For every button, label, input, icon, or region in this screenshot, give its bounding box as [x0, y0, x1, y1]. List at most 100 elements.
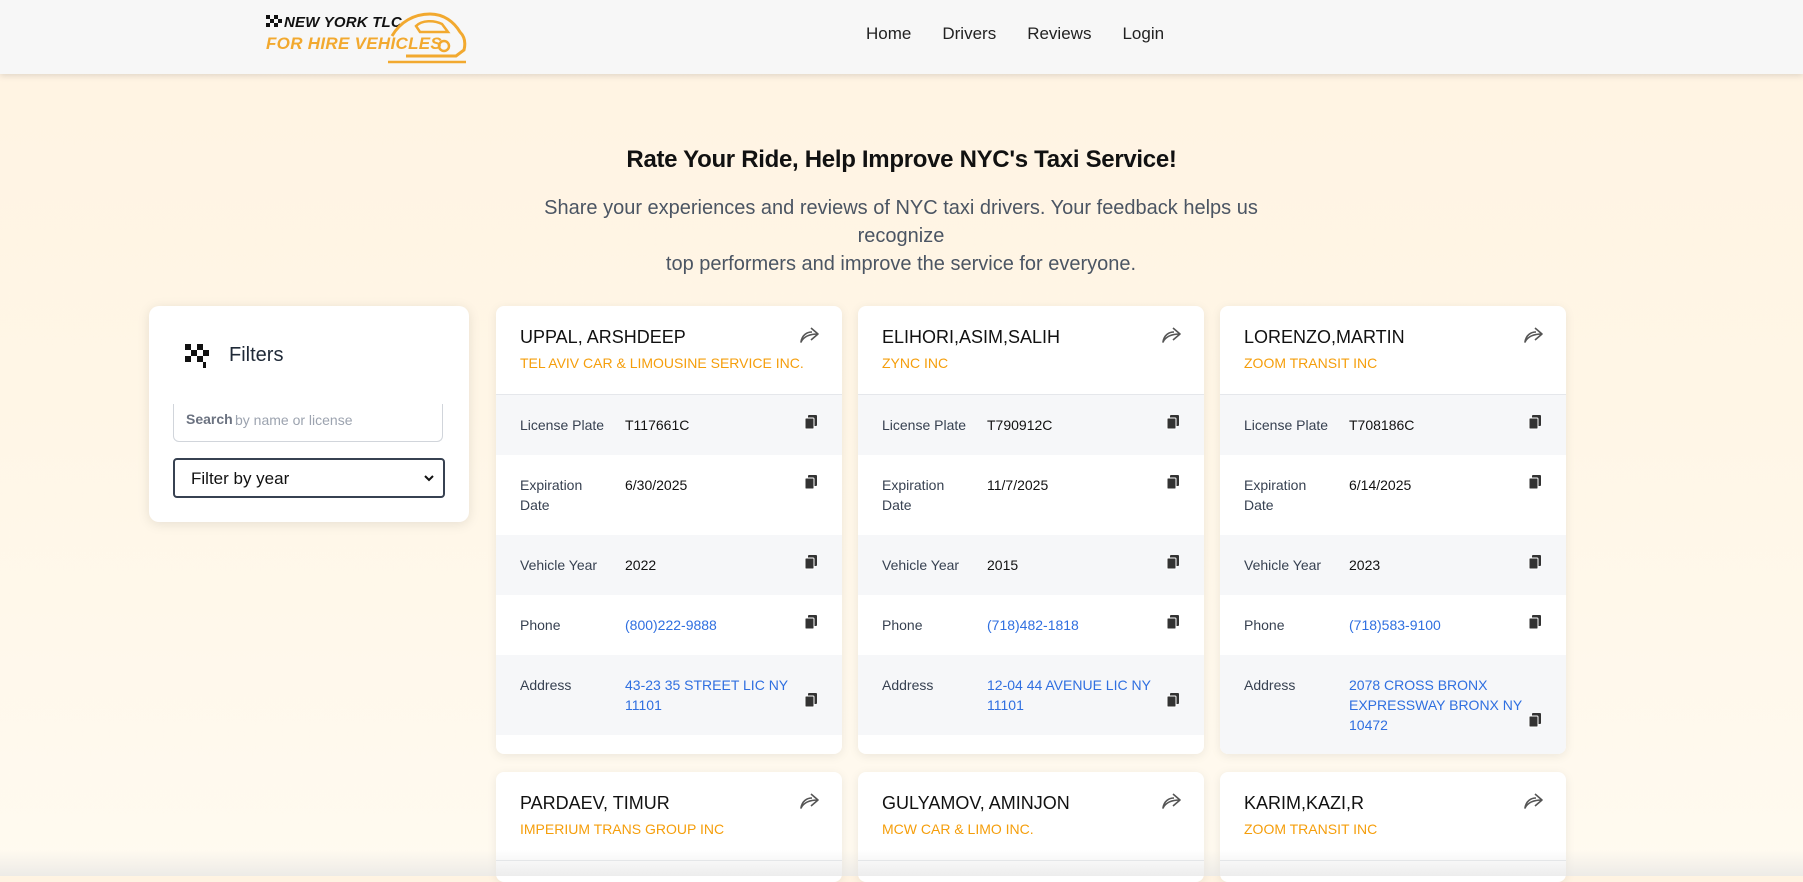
- address-line: EXPRESSWAY BRONX NY: [1349, 697, 1523, 713]
- driver-company: ZOOM TRANSIT INC: [1244, 355, 1378, 371]
- car-icon: [388, 12, 467, 64]
- detail-label-expiration: Expiration Date: [882, 475, 972, 515]
- checkered-flag-icon: [266, 15, 282, 27]
- detail-value-year: 2022: [625, 557, 657, 573]
- detail-label-address: Address: [520, 677, 572, 693]
- driver-company: ZYNC INC: [882, 355, 949, 371]
- detail-value-expiration: 6/14/2025: [1349, 477, 1412, 493]
- hero-subtitle-line: top performers and improve the service f…: [665, 253, 1137, 275]
- detail-row-plate: License Plate T790912C: [858, 395, 1204, 455]
- bottom-fade: [0, 850, 1803, 876]
- share-icon[interactable]: [1160, 792, 1182, 815]
- driver-name[interactable]: LORENZO,MARTIN: [1244, 327, 1405, 348]
- driver-name[interactable]: PARDAEV, TIMUR: [520, 793, 670, 814]
- filters-title: Filters: [229, 343, 284, 366]
- detail-value-address[interactable]: 12-04 44 AVENUE LIC NY 11101: [987, 675, 1162, 715]
- copy-icon[interactable]: [804, 614, 818, 635]
- detail-label-year: Vehicle Year: [1244, 557, 1322, 573]
- nav-home-link[interactable]: Home: [866, 24, 911, 44]
- site-logo[interactable]: NEW YORK TLC FOR HIRE VEHICLES: [266, 6, 467, 66]
- driver-company: MCW CAR & LIMO INC.: [882, 821, 1034, 837]
- address-line: 43-23 35 STREET LIC NY: [625, 677, 789, 693]
- detail-value-phone[interactable]: (718)482-1818: [987, 615, 1162, 635]
- detail-row-expiration: Expiration Date 6/14/2025: [1220, 455, 1566, 535]
- detail-value-year: 2015: [987, 557, 1019, 573]
- detail-value-year: 2023: [1349, 557, 1381, 573]
- copy-icon[interactable]: [1166, 474, 1180, 495]
- copy-icon[interactable]: [1528, 414, 1542, 435]
- detail-value-plate: T117661C: [625, 417, 690, 433]
- filters-header: Filters: [183, 342, 283, 368]
- detail-value-plate: T708186C: [1349, 417, 1415, 433]
- driver-company: IMPERIUM TRANS GROUP INC: [520, 821, 725, 837]
- share-icon[interactable]: [798, 326, 820, 349]
- copy-icon[interactable]: [1528, 712, 1542, 733]
- search-label: Search: [186, 411, 233, 427]
- hero-subtitle-line: Share your experiences and reviews of NY…: [544, 197, 1258, 247]
- hero-subtitle: Share your experiences and reviews of NY…: [501, 194, 1301, 278]
- copy-icon[interactable]: [1166, 692, 1180, 713]
- share-icon[interactable]: [1522, 326, 1544, 349]
- copy-icon[interactable]: [804, 692, 818, 713]
- driver-card-header: GULYAMOV, AMINJON MCW CAR & LIMO INC.: [858, 772, 1204, 861]
- detail-row-expiration: Expiration Date 11/7/2025: [858, 455, 1204, 535]
- detail-row-expiration: Expiration Date 6/30/2025: [496, 455, 842, 535]
- detail-row-year: Vehicle Year 2023: [1220, 535, 1566, 595]
- copy-icon[interactable]: [1528, 474, 1542, 495]
- copy-icon[interactable]: [1528, 554, 1542, 575]
- copy-icon[interactable]: [1166, 554, 1180, 575]
- copy-icon[interactable]: [1166, 414, 1180, 435]
- driver-name[interactable]: GULYAMOV, AMINJON: [882, 793, 1070, 814]
- share-icon[interactable]: [798, 792, 820, 815]
- detail-value-address[interactable]: 43-23 35 STREET LIC NY 11101: [625, 675, 800, 715]
- driver-card: ELIHORI,ASIM,SALIH ZYNC INC License Plate T…: [858, 306, 1204, 754]
- detail-row-phone: Phone (718)583-9100: [1220, 595, 1566, 655]
- copy-icon[interactable]: [804, 474, 818, 495]
- detail-label-line: Date: [520, 497, 550, 513]
- driver-card-header: UPPAL, ARSHDEEP TEL AVIV CAR & LIMOUSINE …: [496, 306, 842, 395]
- driver-name[interactable]: KARIM,KAZI,R: [1244, 793, 1364, 814]
- detail-value-phone[interactable]: (718)583-9100: [1349, 615, 1524, 635]
- chevron-down-icon: [424, 475, 434, 482]
- driver-company: TEL AVIV CAR & LIMOUSINE SERVICE INC.: [520, 355, 804, 371]
- copy-icon[interactable]: [1528, 614, 1542, 635]
- address-line: 2078 CROSS BRONX: [1349, 677, 1488, 693]
- share-icon[interactable]: [1522, 792, 1544, 815]
- detail-value-phone[interactable]: (800)222-9888: [625, 615, 800, 635]
- checkered-flag-icon: [185, 344, 209, 368]
- driver-card-header: ELIHORI,ASIM,SALIH ZYNC INC: [858, 306, 1204, 395]
- driver-name[interactable]: ELIHORI,ASIM,SALIH: [882, 327, 1060, 348]
- nav-reviews-link[interactable]: Reviews: [1027, 24, 1091, 44]
- address-line: 11101: [987, 697, 1024, 713]
- detail-label-phone: Phone: [520, 617, 561, 633]
- driver-name[interactable]: UPPAL, ARSHDEEP: [520, 327, 686, 348]
- address-line: 10472: [1349, 717, 1388, 733]
- nav-login-link[interactable]: Login: [1122, 24, 1164, 44]
- driver-card-header: KARIM,KAZI,R ZOOM TRANSIT INC: [1220, 772, 1566, 861]
- detail-row-phone: Phone (800)222-9888: [496, 595, 842, 655]
- detail-label-line: Expiration: [882, 477, 945, 493]
- year-filter-select[interactable]: Filter by year: [173, 458, 445, 498]
- search-placeholder: by name or license: [235, 412, 353, 428]
- nav-drivers-link[interactable]: Drivers: [942, 24, 996, 44]
- detail-label-expiration: Expiration Date: [1244, 475, 1334, 515]
- detail-label-year: Vehicle Year: [520, 557, 598, 573]
- hero-title: Rate Your Ride, Help Improve NYC's Taxi …: [626, 146, 1177, 173]
- detail-value-address[interactable]: 2078 CROSS BRONX EXPRESSWAY BRONX NY 10472: [1349, 675, 1524, 735]
- detail-value-plate: T790912C: [987, 417, 1053, 433]
- detail-row-plate: License Plate T708186C: [1220, 395, 1566, 455]
- detail-label-phone: Phone: [882, 617, 923, 633]
- driver-card: LORENZO,MARTIN ZOOM TRANSIT INC License Pl…: [1220, 306, 1566, 754]
- copy-icon[interactable]: [804, 554, 818, 575]
- search-input[interactable]: Search by name or license: [173, 404, 443, 442]
- copy-icon[interactable]: [804, 414, 818, 435]
- detail-label-line: Date: [882, 497, 912, 513]
- share-icon[interactable]: [1160, 326, 1182, 349]
- copy-icon[interactable]: [1166, 614, 1180, 635]
- detail-label-plate: License Plate: [1244, 417, 1329, 433]
- detail-row-address: Address 43-23 35 STREET LIC NY 11101: [496, 655, 842, 735]
- detail-row-address: Address 12-04 44 AVENUE LIC NY 11101: [858, 655, 1204, 735]
- detail-label-year: Vehicle Year: [882, 557, 960, 573]
- detail-row-address: Address 2078 CROSS BRONX EXPRESSWAY BRONX …: [1220, 655, 1566, 754]
- detail-row-year: Vehicle Year 2015: [858, 535, 1204, 595]
